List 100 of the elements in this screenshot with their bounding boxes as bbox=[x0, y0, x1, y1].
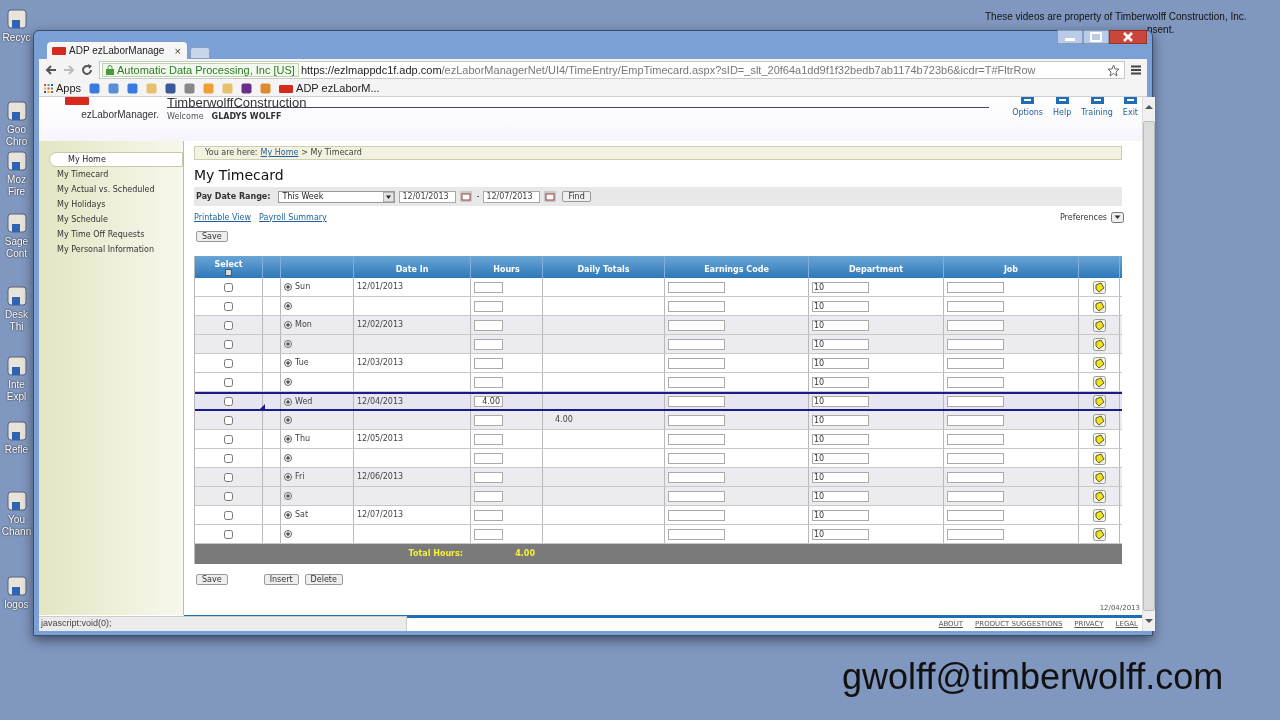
job-field[interactable] bbox=[947, 509, 1004, 521]
table-row[interactable]: 10 bbox=[195, 525, 1122, 544]
expand-icon[interactable] bbox=[284, 378, 292, 386]
expand-icon[interactable] bbox=[284, 359, 292, 367]
desktop-app-icon[interactable] bbox=[5, 285, 28, 307]
calendar-icon[interactable] bbox=[460, 191, 473, 202]
expand-icon[interactable] bbox=[284, 321, 292, 329]
job-field[interactable] bbox=[947, 433, 1004, 445]
sidebar-item[interactable]: My Holidays bbox=[39, 197, 183, 212]
row-checkbox[interactable] bbox=[224, 529, 233, 539]
earnings-code-field[interactable] bbox=[668, 338, 725, 350]
bookmark-icon[interactable] bbox=[127, 83, 139, 94]
expand-icon[interactable] bbox=[284, 454, 292, 462]
earnings-code-field[interactable] bbox=[668, 414, 725, 426]
expand-icon[interactable] bbox=[284, 340, 292, 348]
job-field[interactable] bbox=[947, 376, 1004, 388]
hours-field[interactable] bbox=[474, 319, 503, 331]
department-field[interactable]: 10 bbox=[812, 319, 869, 331]
expand-icon[interactable] bbox=[284, 492, 292, 500]
table-row[interactable]: 10 bbox=[195, 487, 1122, 506]
department-field[interactable]: 10 bbox=[812, 376, 869, 388]
bookmark-link[interactable]: ADP ezLaborM... bbox=[279, 80, 380, 97]
earnings-code-field[interactable] bbox=[668, 433, 725, 445]
table-row[interactable]: Mon 12/02/2013 10 bbox=[195, 316, 1122, 335]
department-field[interactable]: 10 bbox=[812, 281, 869, 293]
hours-field[interactable] bbox=[474, 490, 503, 502]
department-field[interactable]: 10 bbox=[812, 396, 869, 407]
table-row[interactable]: Thu 12/05/2013 10 bbox=[195, 430, 1122, 449]
insert-button[interactable]: Insert bbox=[263, 574, 299, 585]
reload-icon[interactable] bbox=[81, 64, 93, 76]
note-icon[interactable] bbox=[1092, 395, 1106, 408]
hours-field[interactable] bbox=[474, 376, 503, 388]
hours-field[interactable] bbox=[474, 471, 503, 483]
scroll-down-icon[interactable] bbox=[1145, 617, 1153, 625]
desktop-app-icon[interactable] bbox=[5, 8, 28, 30]
expand-icon[interactable] bbox=[284, 302, 292, 310]
job-field[interactable] bbox=[947, 357, 1004, 369]
earnings-code-field[interactable] bbox=[668, 319, 725, 331]
minimize-icon[interactable] bbox=[1057, 30, 1083, 44]
delete-button[interactable]: Delete bbox=[304, 574, 343, 585]
department-field[interactable]: 10 bbox=[812, 452, 869, 464]
row-checkbox[interactable] bbox=[224, 472, 233, 482]
desktop-app-icon[interactable] bbox=[5, 575, 28, 597]
hours-field[interactable] bbox=[474, 338, 503, 350]
sidebar-item[interactable]: My Schedule bbox=[39, 212, 183, 227]
table-row[interactable]: 10 bbox=[195, 449, 1122, 468]
sidebar-item[interactable]: My Home bbox=[49, 152, 183, 167]
row-checkbox[interactable] bbox=[224, 282, 233, 292]
header-action-link[interactable]: Help bbox=[1053, 97, 1072, 119]
note-icon[interactable] bbox=[1092, 489, 1106, 503]
desktop-app-icon[interactable] bbox=[5, 100, 28, 122]
note-icon[interactable] bbox=[1092, 280, 1106, 294]
scroll-up-icon[interactable] bbox=[1145, 103, 1153, 111]
header-action-link[interactable]: Options bbox=[1012, 97, 1043, 119]
close-tab-button[interactable]: × bbox=[173, 44, 182, 57]
earnings-code-field[interactable] bbox=[668, 471, 725, 483]
job-field[interactable] bbox=[947, 452, 1004, 464]
note-icon[interactable] bbox=[1092, 432, 1106, 446]
desktop-app-icon[interactable] bbox=[5, 490, 28, 512]
header-action-link[interactable]: Training bbox=[1081, 97, 1113, 119]
date-field[interactable]: 12/07/2013 bbox=[483, 190, 541, 203]
department-field[interactable]: 10 bbox=[812, 509, 869, 521]
note-icon[interactable] bbox=[1092, 451, 1106, 465]
hours-field[interactable] bbox=[474, 433, 503, 445]
breadcrumb-link[interactable]: My Home bbox=[260, 147, 299, 159]
row-checkbox[interactable] bbox=[224, 415, 233, 425]
hours-field[interactable]: 4.00 bbox=[474, 396, 503, 407]
earnings-code-field[interactable] bbox=[668, 357, 725, 369]
job-field[interactable] bbox=[947, 528, 1004, 540]
star-icon[interactable] bbox=[1107, 63, 1120, 77]
row-checkbox[interactable] bbox=[224, 397, 233, 406]
note-icon[interactable] bbox=[1092, 318, 1106, 332]
desktop-app-icon[interactable] bbox=[5, 150, 28, 172]
note-icon[interactable] bbox=[1092, 356, 1106, 370]
save-button[interactable]: Save bbox=[196, 574, 228, 585]
desktop-app-icon[interactable] bbox=[5, 355, 28, 377]
hours-field[interactable] bbox=[474, 528, 503, 540]
table-row[interactable]: Tue 12/03/2013 10 bbox=[195, 354, 1122, 373]
bookmark-icon[interactable] bbox=[241, 83, 253, 94]
note-icon[interactable] bbox=[1092, 470, 1106, 484]
table-row[interactable]: 4.00 10 bbox=[195, 411, 1122, 430]
job-field[interactable] bbox=[947, 338, 1004, 350]
expand-icon[interactable] bbox=[284, 416, 292, 424]
row-checkbox[interactable] bbox=[224, 320, 233, 330]
earnings-code-field[interactable] bbox=[668, 281, 725, 293]
address-bar[interactable]: Automatic Data Processing, Inc [US] https://ezlmappdc1f.adp.com/ezLaborManagerNet/UI4/TimeEntry/EmpTimecard.aspx?sID=_slt_20f64a1dd9f1f32bedb7ab1174b723b6&icdr=T#FltrRow bbox=[99, 61, 1125, 79]
table-row[interactable]: Sat 12/07/2013 10 bbox=[195, 506, 1122, 525]
hours-field[interactable] bbox=[474, 509, 503, 521]
department-field[interactable]: 10 bbox=[812, 471, 869, 483]
expand-icon[interactable] bbox=[284, 397, 292, 406]
row-checkbox[interactable] bbox=[224, 377, 233, 387]
desktop-app-icon[interactable] bbox=[5, 212, 28, 234]
expand-icon[interactable] bbox=[284, 511, 292, 519]
job-field[interactable] bbox=[947, 396, 1004, 407]
department-field[interactable]: 10 bbox=[812, 357, 869, 369]
browser-tab[interactable]: ADP ezLaborManage × bbox=[47, 42, 187, 59]
select-all-checkbox[interactable] bbox=[225, 269, 232, 276]
calendar-icon[interactable] bbox=[544, 191, 557, 202]
scrollbar-thumb[interactable] bbox=[1143, 121, 1155, 611]
table-row[interactable]: Sun 12/01/2013 10 bbox=[195, 278, 1122, 297]
